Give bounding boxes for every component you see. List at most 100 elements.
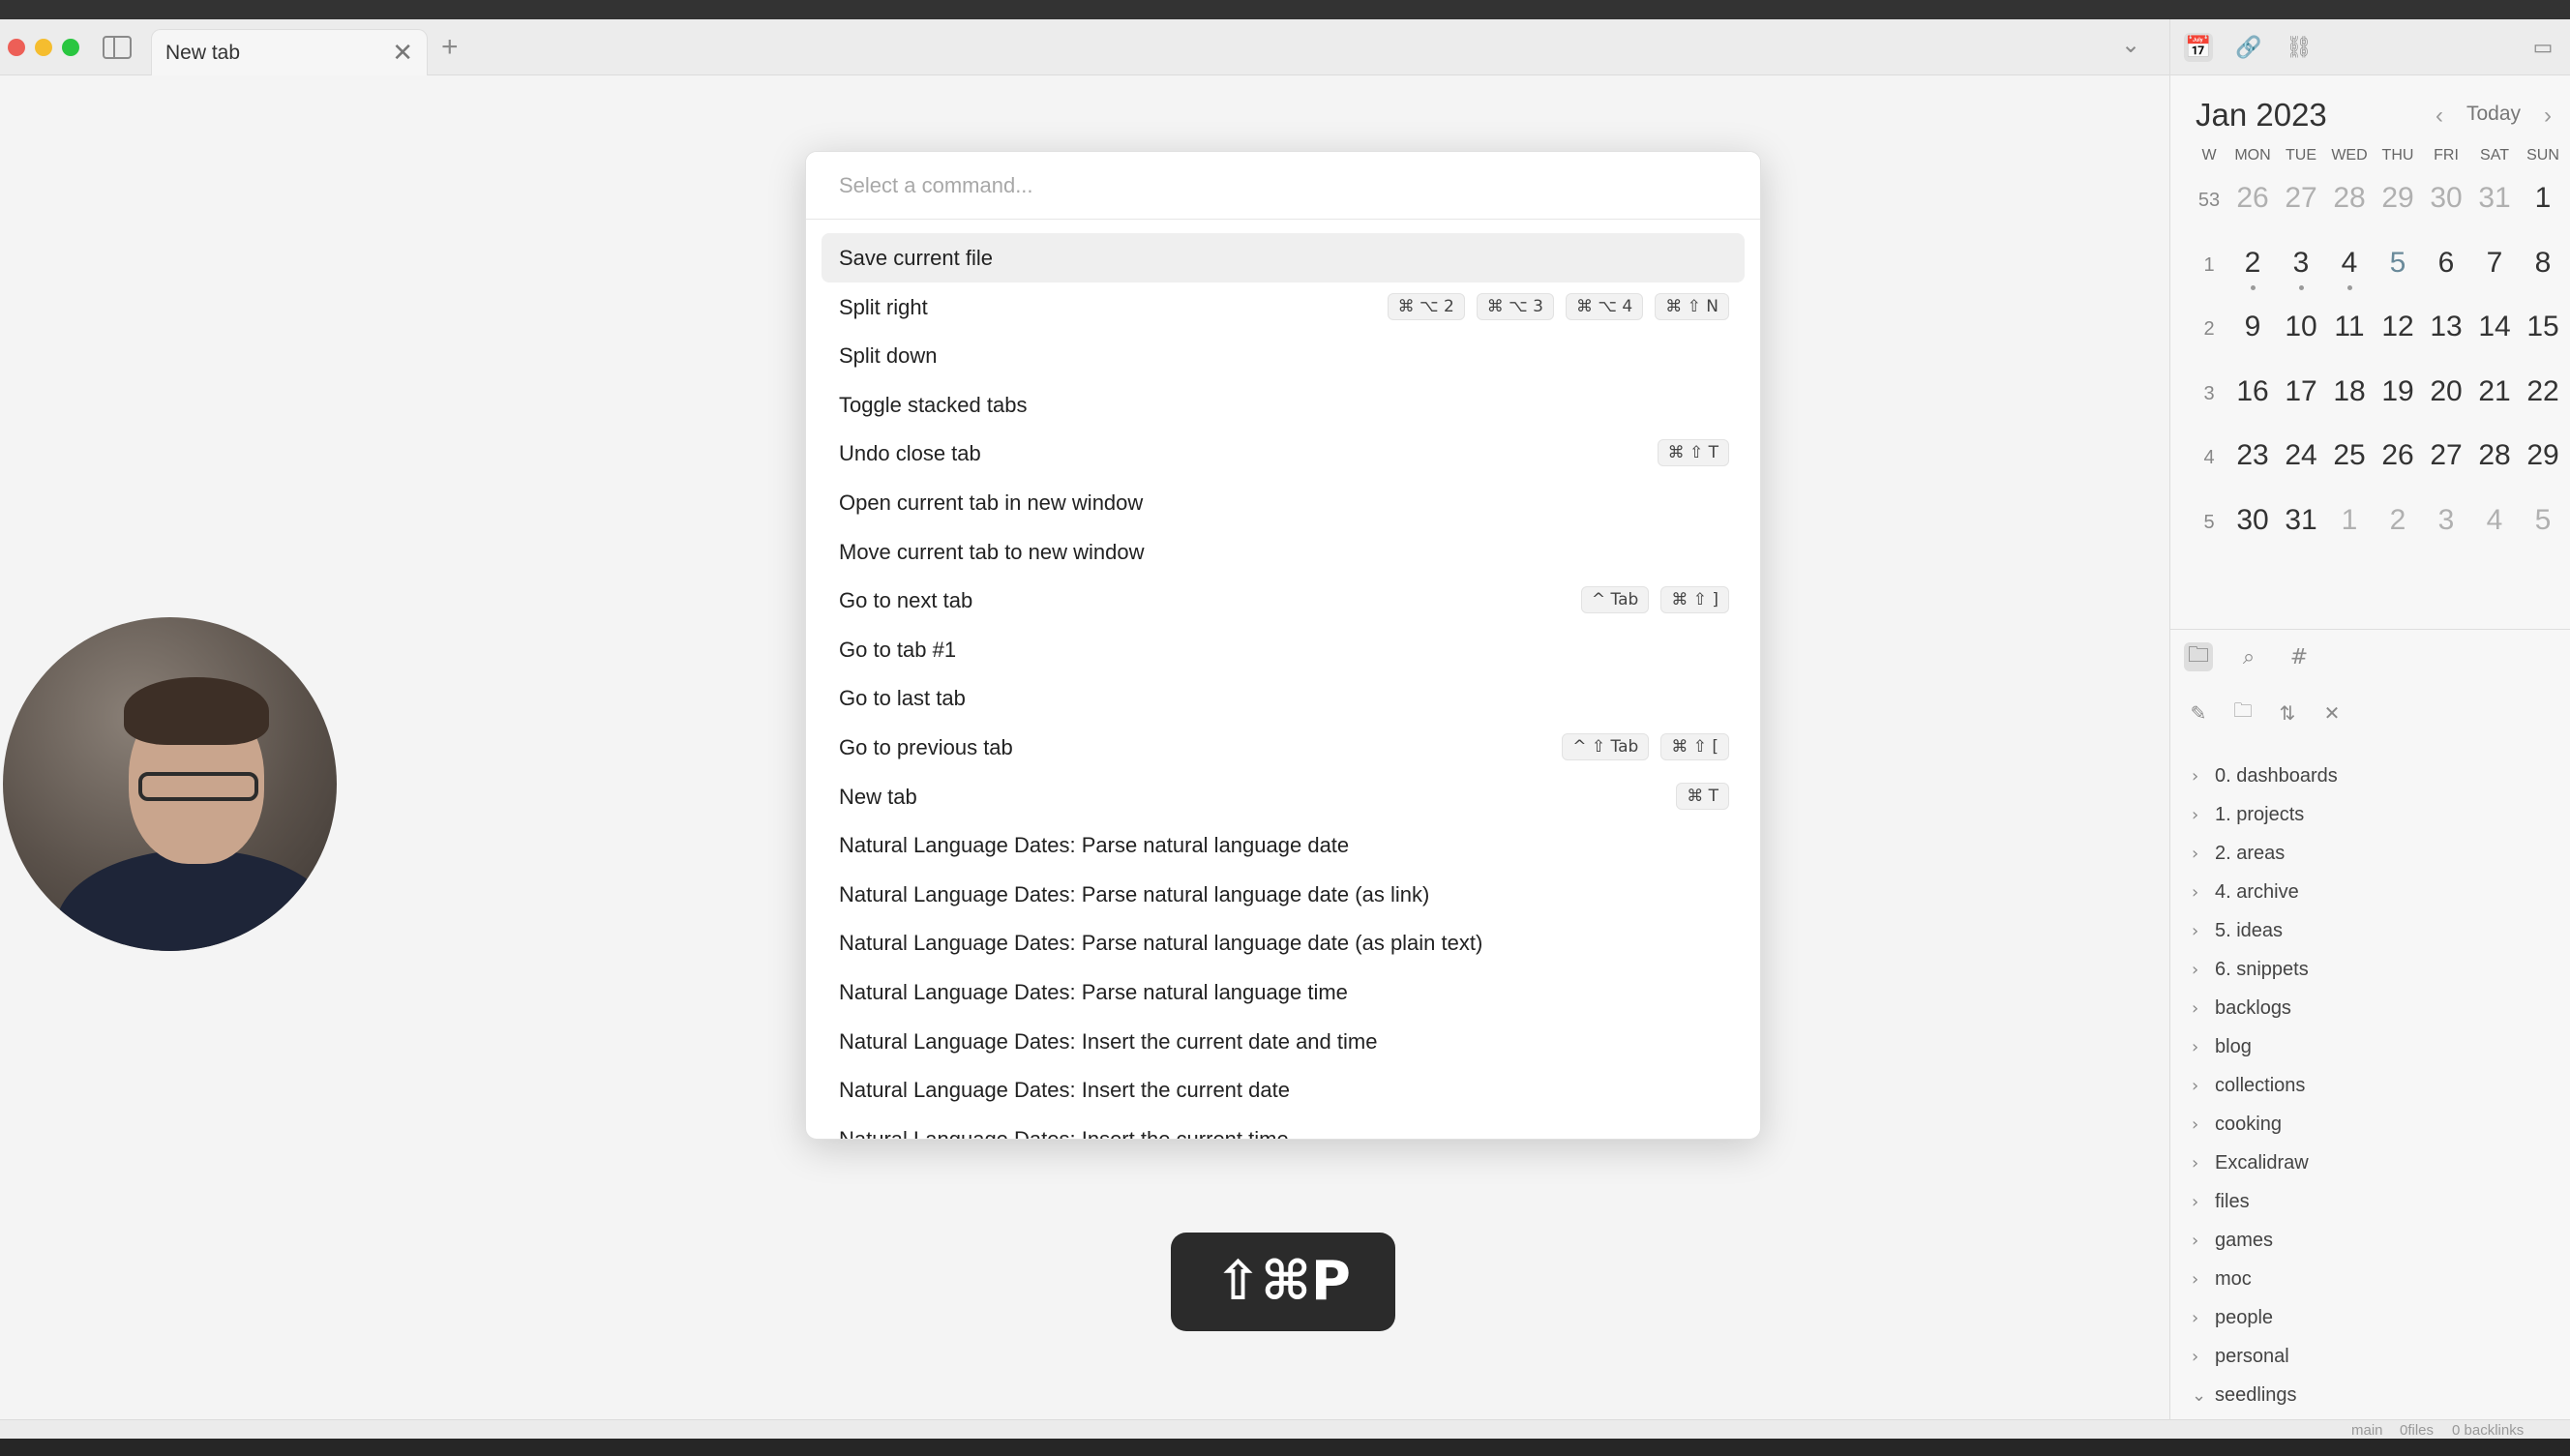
new-note-icon[interactable]: ✎ [2184,698,2213,728]
folder-item[interactable]: › backlogs [2192,989,2559,1027]
status-backlinks[interactable]: 0 backlinks [2452,1422,2524,1439]
calendar-day[interactable]: 26 [2374,428,2422,472]
folder-item[interactable]: › 2. areas [2192,834,2559,873]
folder-item[interactable]: › cooking [2192,1105,2559,1144]
calendar-day[interactable]: 27 [2277,170,2325,215]
calendar-day[interactable]: 31 [2470,170,2519,215]
command-item[interactable]: Go to tab #1 [822,625,1745,674]
calendar-day[interactable]: 27 [2422,428,2470,472]
calendar-day[interactable]: 29 [2519,428,2567,472]
calendar-day[interactable]: 2 [2374,492,2422,537]
calendar-day[interactable]: 9 [2228,299,2277,343]
calendar-day[interactable]: 10 [2277,299,2325,343]
calendar-day[interactable]: 5 [2374,235,2422,280]
calendar-next-icon[interactable]: › [2544,103,2552,130]
calendar-day[interactable]: 31 [2277,492,2325,537]
calendar-day[interactable]: 1 [2519,170,2567,215]
calendar-day[interactable]: 6 [2422,235,2470,280]
zoom-window-button[interactable] [62,39,79,56]
calendar-day[interactable]: 13 [2422,299,2470,343]
command-item[interactable]: Split down [822,331,1745,380]
calendar-day[interactable]: 8 [2519,235,2567,280]
calendar-day[interactable]: 4 [2470,492,2519,537]
folder-item[interactable]: › files [2192,1182,2559,1221]
folder-item[interactable]: › collections [2192,1066,2559,1105]
command-item[interactable]: Natural Language Dates: Parse natural la… [822,967,1745,1017]
calendar-day[interactable]: 16 [2228,364,2277,408]
command-item[interactable]: Go to previous tab ^ ⇧ Tab ⌘ ⇧ [ [822,723,1745,772]
new-folder-icon[interactable]: 🗀 [2228,698,2257,728]
tab-new-tab[interactable]: New tab ✕ [151,29,428,75]
unlink-icon[interactable]: ⛓ [2285,33,2314,62]
calendar-day[interactable]: 25 [2325,428,2374,472]
calendar-day[interactable]: 28 [2470,428,2519,472]
calendar-day[interactable]: 30 [2422,170,2470,215]
calendar-day[interactable]: 14 [2470,299,2519,343]
calendar-day[interactable]: 20 [2422,364,2470,408]
calendar-day[interactable]: 28 [2325,170,2374,215]
calendar-day[interactable]: 26 [2228,170,2277,215]
command-item[interactable]: Undo close tab ⌘ ⇧ T [822,429,1745,478]
calendar-day[interactable]: 18 [2325,364,2374,408]
command-search-input[interactable] [806,152,1760,220]
command-item[interactable]: Split right ⌘ ⌥ 2 ⌘ ⌥ 3 ⌘ ⌥ 4 ⌘ ⇧ N [822,282,1745,332]
close-window-button[interactable] [8,39,25,56]
search-icon[interactable]: ⌕ [2234,642,2263,671]
folder-item[interactable]: › 1. projects [2192,795,2559,834]
folder-item[interactable]: › 0. dashboards [2192,757,2559,795]
command-item[interactable]: Open current tab in new window [822,478,1745,527]
command-item[interactable]: Toggle stacked tabs [822,380,1745,430]
folder-item[interactable]: › 6. snippets [2192,950,2559,989]
tag-icon[interactable]: # [2285,642,2314,671]
calendar-day[interactable]: 30 [2228,492,2277,537]
new-tab-button[interactable]: + [441,31,459,64]
command-item[interactable]: Natural Language Dates: Parse natural la… [822,820,1745,870]
folder-item[interactable]: › 4. archive [2192,873,2559,911]
calendar-prev-icon[interactable]: ‹ [2436,103,2443,130]
command-item[interactable]: Natural Language Dates: Parse natural la… [822,870,1745,919]
collapse-all-icon[interactable]: ✕ [2317,698,2346,728]
calendar-day[interactable]: 29 [2374,170,2422,215]
command-item[interactable]: Go to last tab [822,673,1745,723]
calendar-day[interactable]: 5 [2519,492,2567,537]
sort-icon[interactable]: ⇅ [2273,698,2302,728]
calendar-day[interactable]: 4 [2325,235,2374,290]
minimize-window-button[interactable] [35,39,52,56]
calendar-day[interactable]: 12 [2374,299,2422,343]
folder-item[interactable]: ⌄ seedlings [2192,1376,2559,1414]
link-icon[interactable]: 🔗 [2234,33,2263,62]
calendar-day[interactable]: 3 [2277,235,2325,290]
calendar-day[interactable]: 15 [2519,299,2567,343]
folder-icon[interactable]: 🗀 [2184,642,2213,671]
command-item[interactable]: Natural Language Dates: Insert the curre… [822,1065,1745,1114]
folder-item[interactable]: › moc [2192,1260,2559,1298]
calendar-day[interactable]: 22 [2519,364,2567,408]
calendar-today-button[interactable]: Today [2466,103,2521,126]
calendar-icon[interactable]: 📅 [2184,33,2213,62]
calendar-day[interactable]: 21 [2470,364,2519,408]
calendar-day[interactable]: 19 [2374,364,2422,408]
tab-list-chevron-icon[interactable]: ⌄ [2121,31,2140,59]
command-item[interactable]: Natural Language Dates: Parse natural la… [822,918,1745,967]
calendar-day[interactable]: 23 [2228,428,2277,472]
folder-item[interactable]: › people [2192,1298,2559,1337]
folder-item[interactable]: › 5. ideas [2192,911,2559,950]
right-sidebar-toggle-icon[interactable]: ▭ [2528,33,2557,62]
calendar-day[interactable]: 2 [2228,235,2277,290]
calendar-day[interactable]: 3 [2422,492,2470,537]
calendar-day[interactable]: 24 [2277,428,2325,472]
calendar-day[interactable]: 1 [2325,492,2374,537]
command-item[interactable]: Natural Language Dates: Insert the curre… [822,1114,1745,1139]
command-item[interactable]: Go to next tab ^ Tab ⌘ ⇧ ] [822,576,1745,625]
command-item[interactable]: Natural Language Dates: Insert the curre… [822,1017,1745,1066]
command-item[interactable]: Move current tab to new window [822,527,1745,577]
left-sidebar-toggle-icon[interactable] [103,36,132,59]
tab-close-icon[interactable]: ✕ [392,38,413,68]
calendar-day[interactable]: 17 [2277,364,2325,408]
folder-item[interactable]: › personal [2192,1337,2559,1376]
folder-item[interactable]: › games [2192,1221,2559,1260]
folder-item[interactable]: › Excalidraw [2192,1144,2559,1182]
command-item[interactable]: New tab ⌘ T [822,772,1745,821]
folder-item[interactable]: › blog [2192,1027,2559,1066]
calendar-day[interactable]: 11 [2325,299,2374,343]
